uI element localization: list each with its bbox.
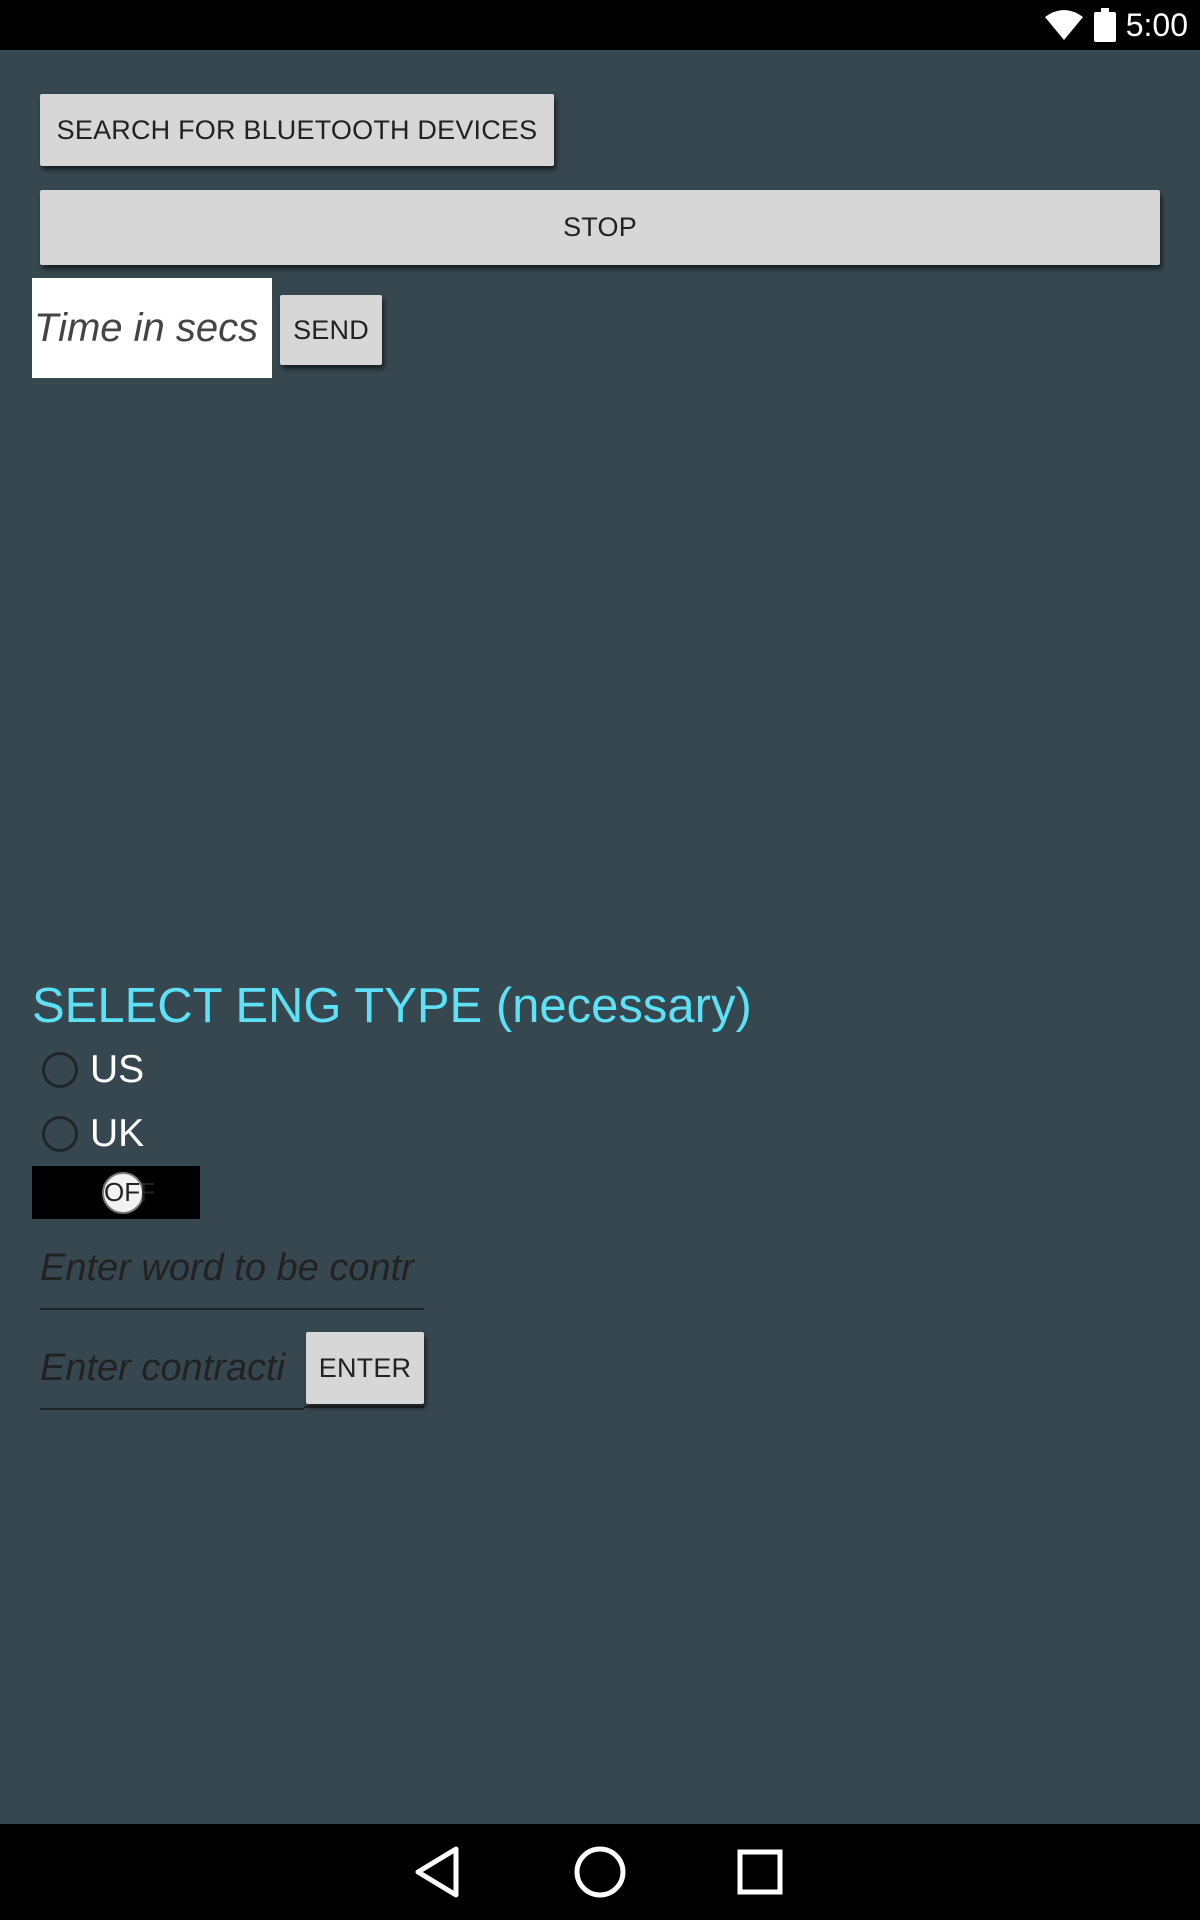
status-time: 5:00	[1125, 6, 1188, 43]
switch-state-label: OFF	[104, 1177, 154, 1207]
radio-circle-icon[interactable]	[42, 1052, 78, 1088]
time-input-placeholder: Time in secs	[34, 305, 259, 350]
status-bar: 5:00	[0, 0, 1200, 50]
home-icon[interactable]	[574, 1846, 626, 1903]
eng-type-title: SELECT ENG TYPE (necessary)	[32, 979, 752, 1033]
radio-us-label: US	[90, 1048, 145, 1091]
wifi-icon	[1044, 9, 1084, 41]
battery-icon	[1093, 8, 1116, 42]
contraction-input[interactable]: Enter contracti	[40, 1328, 304, 1410]
word-input-placeholder: Enter word to be contr	[40, 1246, 414, 1289]
back-icon[interactable]	[412, 1846, 462, 1903]
search-bluetooth-button[interactable]: SEARCH FOR BLUETOOTH DEVICES	[40, 94, 554, 166]
navigation-bar	[0, 1824, 1200, 1920]
recents-icon[interactable]	[736, 1846, 784, 1903]
radio-uk-label: UK	[90, 1112, 145, 1155]
enter-button[interactable]: ENTER	[306, 1332, 424, 1404]
contraction-underline	[304, 1406, 424, 1408]
status-icons: 5:00	[1044, 0, 1188, 50]
time-input[interactable]: Time in secs	[32, 278, 272, 378]
radio-us[interactable]: US	[42, 1048, 144, 1092]
toggle-switch[interactable]: OFF	[32, 1166, 200, 1219]
send-button[interactable]: SEND	[280, 295, 382, 365]
stop-button[interactable]: STOP	[40, 190, 1160, 265]
word-input[interactable]: Enter word to be contr	[40, 1228, 424, 1310]
contraction-input-placeholder: Enter contracti	[40, 1346, 285, 1389]
radio-uk[interactable]: UK	[42, 1112, 144, 1156]
radio-circle-icon[interactable]	[42, 1116, 78, 1152]
